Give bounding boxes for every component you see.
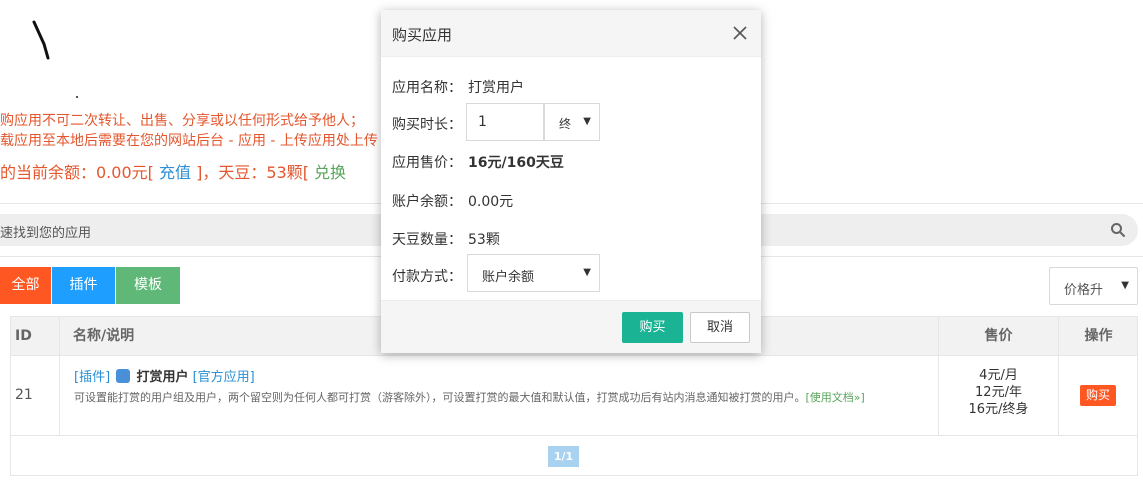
caret-down-icon: ▼ [1121, 280, 1129, 291]
filter-all-button[interactable]: 全部 [0, 267, 51, 304]
notice-line-2: 载应用至本地后需要在您的网站后台 - 应用 - 上传应用处上传 [0, 133, 378, 149]
beans-label: 天豆数量： [392, 232, 462, 248]
duration-unit-value: 终 [559, 117, 572, 131]
bracket: [ [302, 163, 315, 182]
header-op: 操作 [1084, 328, 1113, 344]
notice-line-1: 购应用不可二次转让、出售、分享或以任何形式给予他人； [0, 113, 364, 129]
row-id: 21 [15, 387, 33, 403]
confirm-buy-button[interactable]: 购买 [622, 312, 683, 343]
modal-header: 购买应用 [381, 10, 761, 57]
beans-value: 53颗 [468, 232, 500, 248]
exchange-link[interactable]: 兑换 [314, 163, 346, 182]
price-lifetime: 16元/终身 [968, 402, 1029, 417]
search-input[interactable]: 速找到您的应用 [0, 222, 91, 241]
app-description: 可设置能打赏的用户组及用户，两个留空则为任何人都可打赏（游客除外），可设置打赏的… [74, 389, 934, 406]
search-icon[interactable] [1110, 222, 1126, 238]
header-name: 名称/说明 [73, 328, 135, 344]
app-name-value: 打赏用户 [468, 80, 524, 96]
app-name-line: [插件] 打赏用户 [官方应用] [74, 366, 255, 385]
caret-down-icon: ▼ [583, 267, 591, 278]
sort-select[interactable]: 价格升 ▼ [1049, 267, 1138, 305]
modal-title: 购买应用 [392, 26, 453, 44]
price-value: 16元/160天豆 [468, 155, 564, 171]
price-label: 应用售价： [392, 155, 462, 171]
duration-input[interactable] [466, 103, 544, 141]
logo-mark [32, 20, 50, 60]
filter-plugin-button[interactable]: 插件 [52, 267, 115, 304]
page-indicator[interactable]: 1/1 [548, 446, 579, 467]
duration-unit-select[interactable]: 终 ▼ [544, 103, 600, 141]
decorative-dot [76, 96, 78, 98]
caret-down-icon: ▼ [583, 116, 591, 127]
app-icon [116, 369, 131, 383]
filter-template-button[interactable]: 模板 [116, 267, 180, 304]
row-buy-button[interactable]: 购买 [1080, 385, 1116, 406]
pagination-area: 1/1 [10, 436, 1138, 476]
description-text: 可设置能打赏的用户组及用户，两个留空则为任何人都可打赏（游客除外），可设置打赏的… [74, 391, 806, 404]
header-price: 售价 [984, 328, 1013, 344]
bracket: [ [147, 163, 159, 182]
type-tag-link[interactable]: [插件] [74, 370, 110, 385]
balance-text: 的当前余额：0.00元 [0, 163, 148, 182]
recharge-link[interactable]: 充值 [159, 163, 191, 182]
sort-select-value: 价格升 [1064, 283, 1104, 298]
bracket: ] [190, 163, 203, 182]
official-tag-link[interactable]: [官方应用] [193, 370, 255, 385]
column-separator [59, 317, 60, 435]
close-icon[interactable] [732, 25, 748, 41]
cancel-button[interactable]: 取消 [690, 312, 750, 343]
doc-link[interactable]: [使用文档»] [806, 391, 865, 404]
column-separator [1058, 317, 1059, 435]
balance-value: 0.00元 [468, 194, 514, 210]
price-month: 4元/月 [979, 368, 1018, 383]
header-id: ID [15, 328, 32, 344]
app-name-label: 应用名称： [392, 80, 462, 96]
modal-footer: 购买 取消 [381, 300, 761, 353]
price-list: 4元/月 12元/年 16元/终身 [939, 367, 1058, 418]
balance-line: 的当前余额：0.00元[ 充值 ]，天豆：53颗[ 兑换 [0, 159, 380, 183]
price-year: 12元/年 [975, 385, 1022, 400]
beans-text: ，天豆：53颗 [202, 163, 303, 182]
payment-method-select[interactable]: 账户余额 ▼ [467, 254, 600, 292]
payment-label: 付款方式： [392, 269, 462, 285]
payment-method-value: 账户余额 [482, 270, 535, 285]
purchase-modal: 购买应用 应用名称： 打赏用户 购买时长： 终 ▼ 应用售价： 16元/160天… [381, 10, 761, 353]
app-name[interactable]: 打赏用户 [136, 370, 188, 385]
duration-label: 购买时长： [392, 117, 462, 133]
balance-label: 账户余额： [392, 194, 462, 210]
